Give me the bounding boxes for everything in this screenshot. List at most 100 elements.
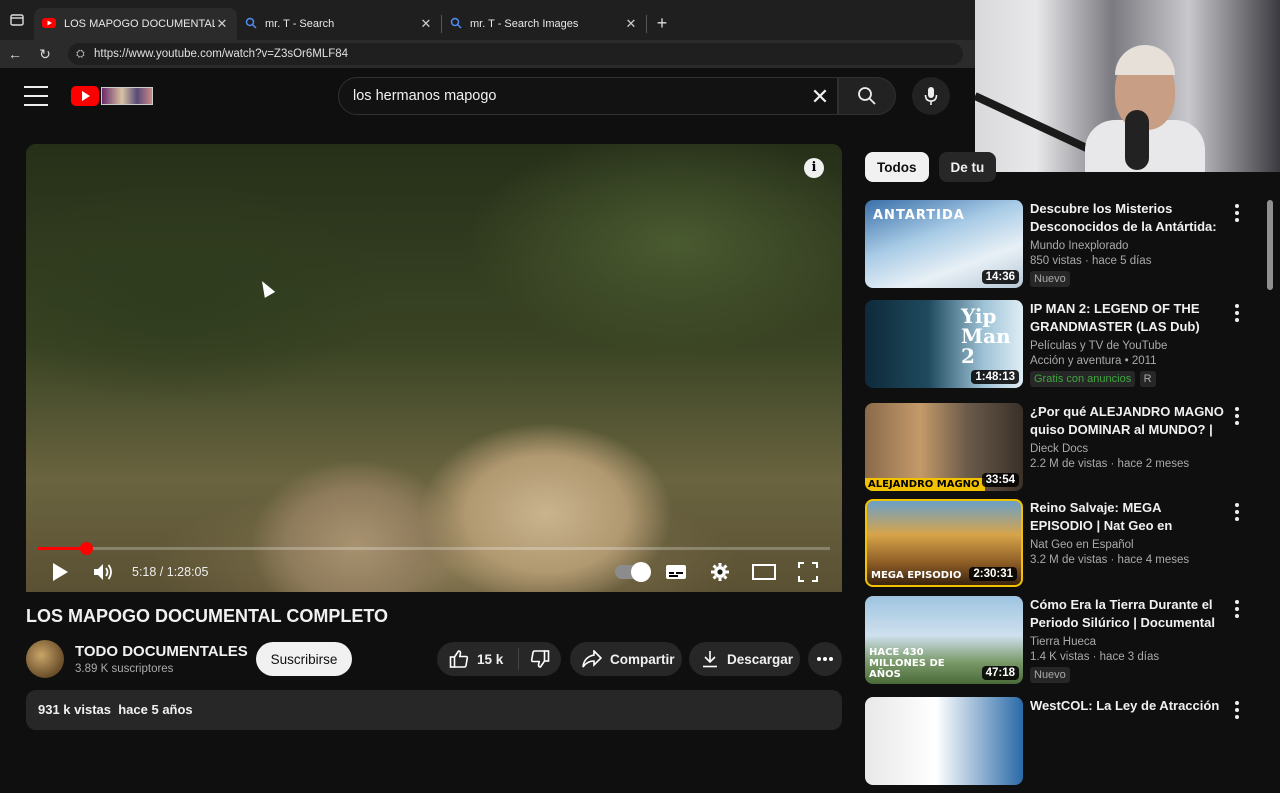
like-button[interactable]: 15 k (437, 648, 519, 670)
recommendation-item[interactable]: Yip Man 2 1:48:13 IP MAN 2: LEGEND OF TH… (865, 300, 1245, 396)
close-tab-icon[interactable]: ✕ (215, 16, 229, 32)
more-vertical-icon[interactable] (1235, 701, 1239, 719)
clear-search-icon[interactable]: ✕ (807, 84, 833, 110)
browser-tab-youtube[interactable]: LOS MAPOGO DOCUMENTAL CO ✕ (34, 8, 237, 40)
youtube-header: ✕ (0, 68, 975, 126)
browser-tab-search[interactable]: mr. T - Search ✕ (237, 8, 441, 40)
volume-button[interactable] (82, 554, 126, 590)
channel-owner: TODO DOCUMENTALES 3.89 K suscriptores (26, 640, 248, 678)
video-title[interactable]: Descubre los Misterios Desconocidos de l… (1030, 200, 1224, 236)
video-title[interactable]: ¿Por qué ALEJANDRO MAGNO quiso DOMINAR a… (1030, 403, 1224, 439)
new-tab-icon[interactable]: + (647, 13, 677, 34)
video-thumbnail[interactable]: MEGA EPISODIO 2:30:31 (865, 499, 1023, 587)
like-count: 15 k (477, 651, 504, 667)
browser-tab-search-images[interactable]: mr. T - Search Images ✕ (442, 8, 646, 40)
player-controls: 5:18 / 1:28:05 (26, 554, 842, 590)
url-text: https://www.youtube.com/watch?v=Z3sOr6ML… (94, 48, 349, 60)
youtube-play-icon (71, 86, 99, 106)
video-thumbnail[interactable]: ANTARTIDA 14:36 (865, 200, 1023, 288)
video-duration: 14:36 (981, 270, 1019, 284)
description-box[interactable]: 931 k vistas hace 5 años (26, 690, 842, 730)
share-icon (582, 650, 602, 668)
search-input[interactable] (353, 88, 793, 104)
view-count-date: 931 k vistas hace 5 años (38, 702, 193, 717)
chip-all[interactable]: Todos (865, 152, 929, 182)
doodle-image (101, 87, 153, 105)
channel-avatar[interactable] (26, 640, 64, 678)
fullscreen-button[interactable] (786, 554, 830, 590)
thumbs-up-icon (449, 650, 469, 668)
more-actions-button[interactable] (808, 642, 842, 676)
play-button[interactable] (38, 554, 82, 590)
video-thumbnail[interactable]: ALEJANDRO MAGNO 33:54 (865, 403, 1023, 491)
settings-button[interactable] (698, 554, 742, 590)
video-stats: 1.4 K vistas · hace 3 días (1030, 651, 1160, 663)
recommendation-item[interactable]: HACE 430 MILLONES DE AÑOS 47:18 Cómo Era… (865, 596, 1245, 692)
sidebar-scrollbar[interactable] (1266, 172, 1274, 720)
channel-name[interactable]: Tierra Hueca (1030, 636, 1224, 648)
recommendation-item[interactable]: WestCOL: La Ley de Atracción (865, 697, 1245, 793)
search-box: ✕ (338, 77, 838, 115)
recommendation-item[interactable]: MEGA EPISODIO 2:30:31 Reino Salvaje: MEG… (865, 499, 1245, 595)
progress-fill (38, 547, 86, 550)
menu-icon[interactable] (24, 86, 48, 106)
new-badge: Nuevo (1030, 271, 1070, 287)
close-tab-icon[interactable]: ✕ (419, 16, 433, 32)
video-title[interactable]: WestCOL: La Ley de Atracción (1030, 697, 1224, 715)
video-title[interactable]: Cómo Era la Tierra Durante el Periodo Si… (1030, 596, 1224, 632)
video-title[interactable]: Reino Salvaje: MEGA EPISODIO | Nat Geo e… (1030, 499, 1224, 535)
video-thumbnail[interactable] (865, 697, 1023, 785)
video-stats: Acción y aventura • 2011 (1030, 355, 1157, 367)
close-tab-icon[interactable]: ✕ (624, 16, 638, 32)
more-vertical-icon[interactable] (1235, 407, 1239, 425)
more-vertical-icon[interactable] (1235, 304, 1239, 322)
thumbnail-text: Yip Man 2 (961, 304, 1011, 368)
volume-icon (94, 564, 112, 580)
info-icon[interactable]: i (804, 158, 824, 178)
video-thumbnail[interactable]: Yip Man 2 1:48:13 (865, 300, 1023, 388)
voice-search-button[interactable] (912, 77, 950, 115)
channel-name[interactable]: TODO DOCUMENTALES (75, 643, 248, 660)
site-info-icon[interactable]: ⛭ (76, 48, 94, 61)
channel-name[interactable]: Películas y TV de YouTube (1030, 340, 1224, 352)
more-vertical-icon[interactable] (1235, 600, 1239, 618)
subtitles-button[interactable] (654, 554, 698, 590)
more-vertical-icon[interactable] (1235, 503, 1239, 521)
chip-from-channel[interactable]: De tu (938, 152, 997, 182)
dislike-button[interactable] (519, 649, 561, 669)
video-thumbnail[interactable]: HACE 430 MILLONES DE AÑOS 47:18 (865, 596, 1023, 684)
tab-title: LOS MAPOGO DOCUMENTAL CO (64, 18, 215, 30)
search-button[interactable] (838, 77, 896, 115)
new-badge: Nuevo (1030, 667, 1070, 683)
video-title: LOS MAPOGO DOCUMENTAL COMPLETO (26, 606, 389, 626)
like-dislike-group: 15 k (437, 642, 561, 676)
youtube-logo[interactable] (71, 86, 155, 106)
tab-actions-icon[interactable] (0, 0, 34, 40)
thumbnail-text: HACE 430 MILLONES DE AÑOS (869, 647, 945, 680)
webcam-overlay (975, 0, 1280, 172)
autoplay-toggle[interactable] (610, 554, 654, 590)
video-stats: 3.2 M de vistas · hace 4 meses (1030, 554, 1190, 566)
share-label: Compartir (610, 651, 675, 667)
download-button[interactable]: Descargar (689, 642, 800, 676)
subscribe-button[interactable]: Suscribirse (256, 642, 352, 676)
theater-icon (752, 564, 776, 580)
thumbnail-text: ALEJANDRO MAGNO (865, 478, 985, 491)
progress-bar[interactable] (38, 542, 830, 555)
recommendation-item[interactable]: ALEJANDRO MAGNO 33:54 ¿Por qué ALEJANDRO… (865, 403, 1245, 499)
theater-mode-button[interactable] (742, 554, 786, 590)
tab-title: mr. T - Search Images (470, 18, 579, 30)
back-icon[interactable]: ← (0, 46, 30, 62)
more-vertical-icon[interactable] (1235, 204, 1239, 222)
video-player[interactable]: i 5:18 / 1:28:05 (26, 144, 842, 592)
address-bar[interactable]: ⛭ https://www.youtube.com/watch?v=Z3sOr6… (68, 43, 963, 65)
channel-name[interactable]: Nat Geo en Español (1030, 539, 1224, 551)
share-button[interactable]: Compartir (570, 642, 682, 676)
video-duration: 47:18 (981, 666, 1019, 680)
channel-name[interactable]: Dieck Docs (1030, 443, 1224, 455)
channel-name[interactable]: Mundo Inexplorado (1030, 240, 1224, 252)
scrollbar-thumb[interactable] (1267, 200, 1273, 290)
video-title[interactable]: IP MAN 2: LEGEND OF THE GRANDMASTER (LAS… (1030, 300, 1224, 336)
reload-icon[interactable]: ↻ (30, 46, 60, 63)
recommendation-item[interactable]: ANTARTIDA 14:36 Descubre los Misterios D… (865, 200, 1245, 296)
